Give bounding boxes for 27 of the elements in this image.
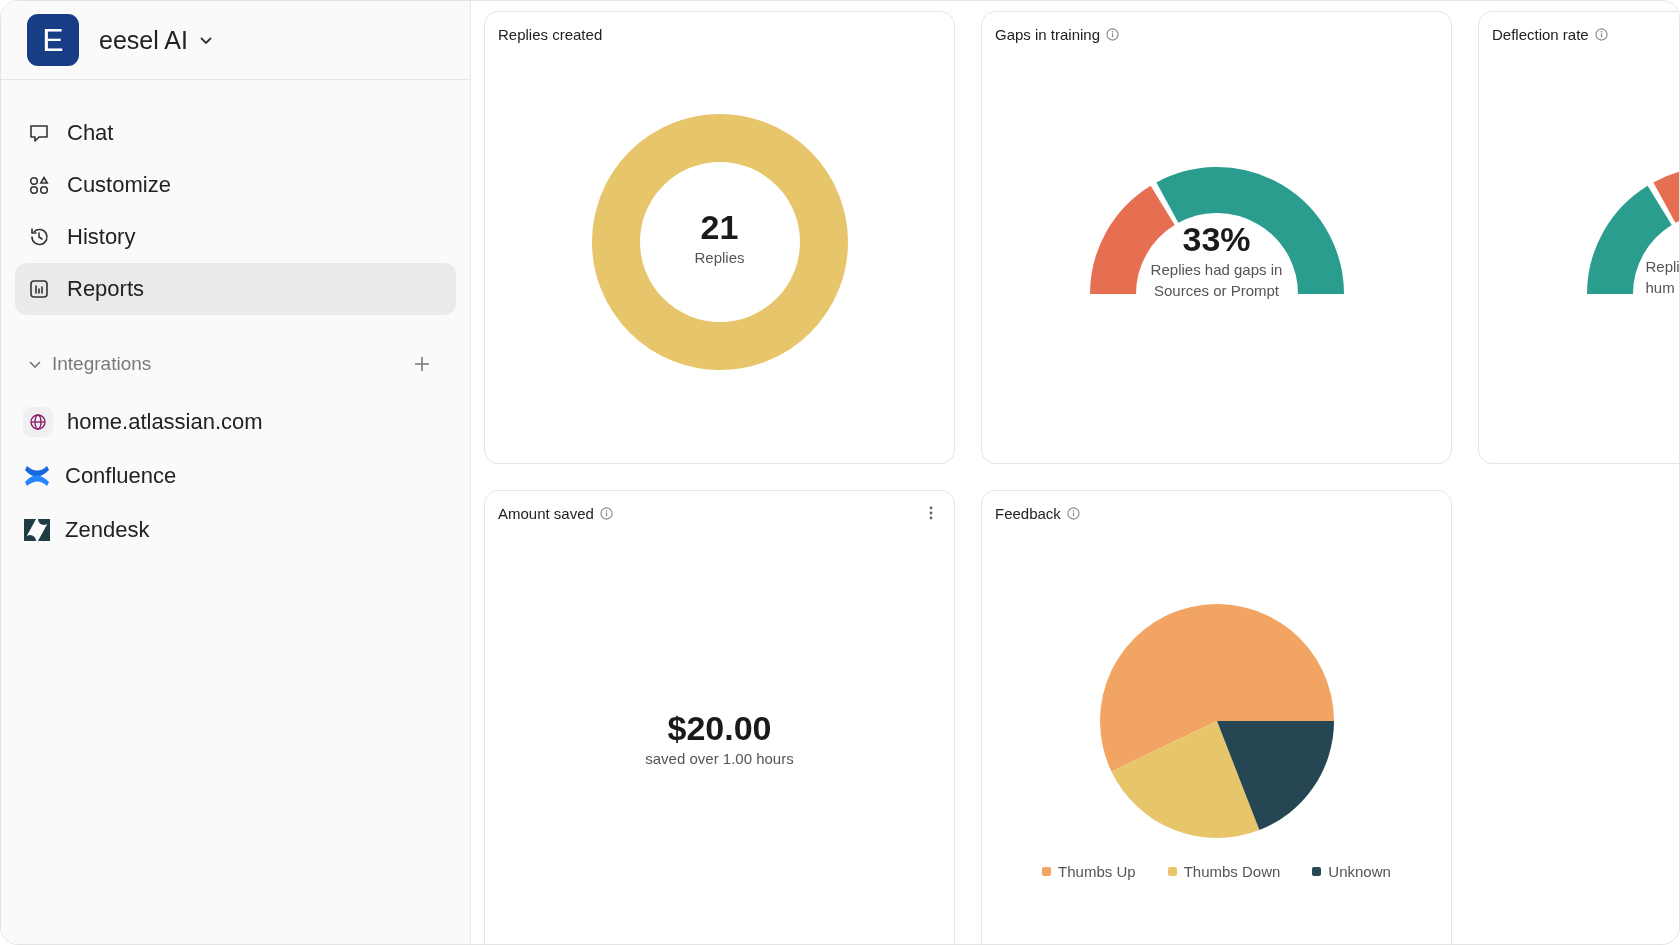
amount-caption: saved over 1.00 hours xyxy=(645,749,794,769)
card-title: Replies created xyxy=(498,25,603,43)
integration-item[interactable]: Zendesk xyxy=(23,503,470,557)
card-title: Amount saved xyxy=(498,504,594,522)
card-title: Feedback xyxy=(995,504,1061,522)
integration-item[interactable]: Confluence xyxy=(23,449,470,503)
nav-item[interactable]: History xyxy=(15,211,456,263)
gauge-caption: Replies had gaps in xyxy=(1150,260,1283,280)
gauge-caption: Sources or Prompt xyxy=(1153,281,1279,301)
workspace-switcher[interactable]: eesel AI xyxy=(99,21,214,59)
legend-label: Unknown xyxy=(1328,862,1391,882)
percentage-value: 33% xyxy=(1182,220,1251,259)
nav-item[interactable]: Chat xyxy=(15,107,456,159)
gauge-caption: hum xyxy=(1645,278,1675,298)
legend-label: Thumbs Up xyxy=(1058,862,1136,882)
integration-item[interactable]: home.atlassian.com xyxy=(23,395,470,449)
count-label: Replies xyxy=(694,248,745,268)
nav-item[interactable]: Reports xyxy=(15,263,456,315)
integrations-toggle[interactable]: Integrations xyxy=(27,353,152,375)
reply-count: 21 xyxy=(700,208,739,247)
nav-item[interactable]: Customize xyxy=(15,159,456,211)
card-title: Deflection rate xyxy=(1492,25,1589,43)
amount-value: $20.00 xyxy=(667,709,772,748)
card-title: Gaps in training xyxy=(995,25,1101,43)
gauge-caption: Repli xyxy=(1645,257,1679,277)
workspace-avatar: E xyxy=(27,14,79,66)
legend-label: Thumbs Down xyxy=(1183,862,1281,882)
